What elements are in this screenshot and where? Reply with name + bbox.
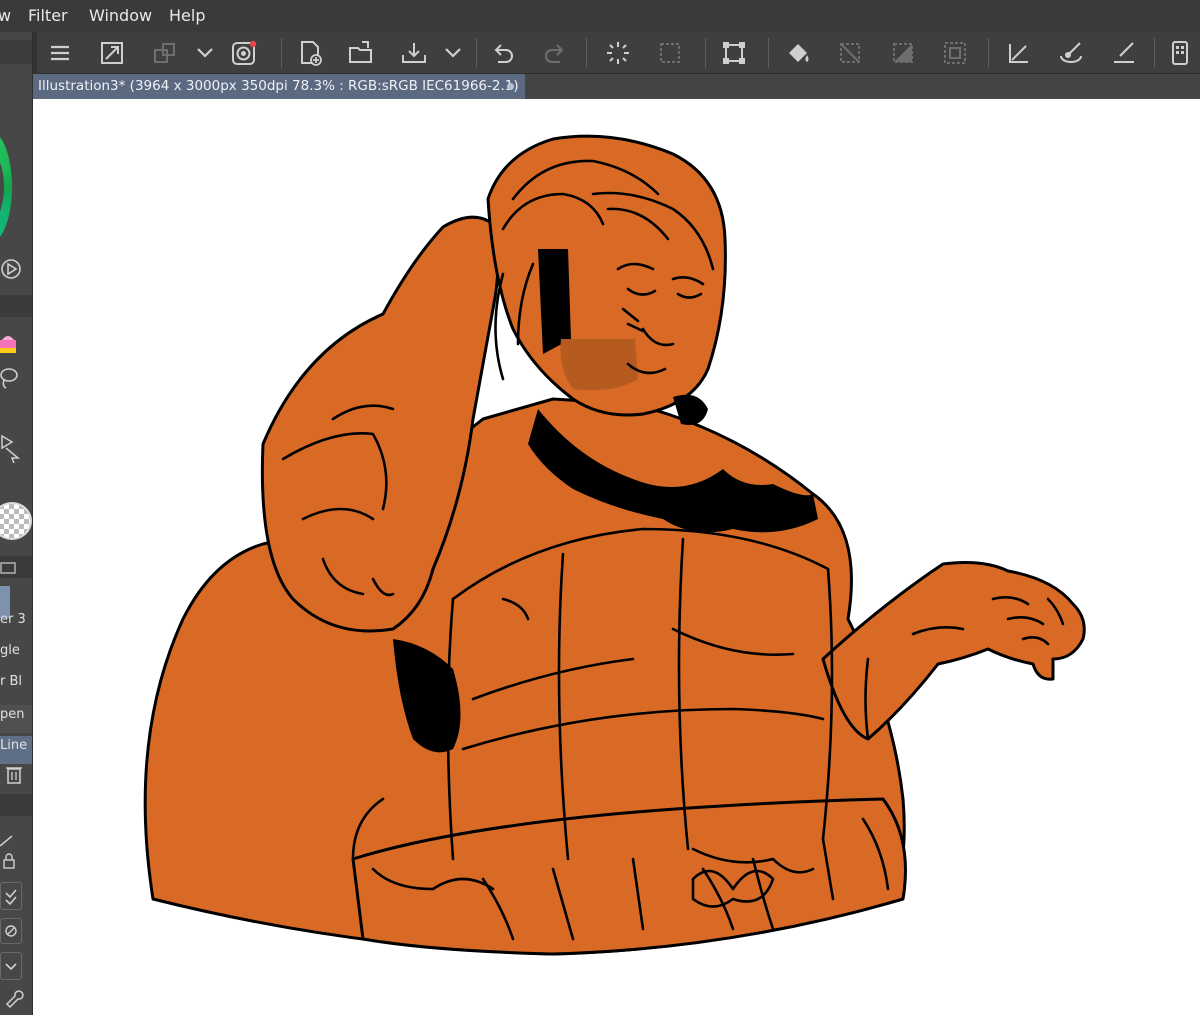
toolbar-separator xyxy=(281,38,282,68)
close-tab-dot-icon[interactable] xyxy=(507,83,514,90)
transparency-icon[interactable] xyxy=(0,502,32,540)
trash-icon[interactable] xyxy=(5,764,23,788)
panel-divider xyxy=(0,295,32,317)
chevron-down-icon[interactable] xyxy=(438,38,468,68)
toolbar-separator xyxy=(768,38,769,68)
ruler-icon[interactable] xyxy=(1004,38,1034,68)
play-icon[interactable] xyxy=(0,258,22,284)
resize-icon[interactable] xyxy=(97,38,127,68)
save-icon[interactable] xyxy=(399,38,429,68)
menu-filter[interactable]: Filter xyxy=(28,6,68,25)
layer-label[interactable]: er 3 xyxy=(0,612,26,627)
chevron-down-icon[interactable] xyxy=(0,952,22,980)
menu-window[interactable]: Window xyxy=(89,6,152,25)
toolbar-separator xyxy=(586,38,587,68)
layer-label-selected[interactable]: Line xyxy=(0,736,32,764)
left-panel: er 3 gle r Bl pen Line xyxy=(0,32,33,1015)
panel-divider xyxy=(0,794,32,816)
layer-label[interactable]: r Bl xyxy=(0,674,22,689)
selection-border-icon[interactable] xyxy=(940,38,970,68)
clear-selection-icon[interactable] xyxy=(835,38,865,68)
toolbar-grip[interactable] xyxy=(33,32,37,74)
record-icon[interactable] xyxy=(229,38,259,68)
panel-header xyxy=(0,40,32,64)
menu-bar: w Filter Window Help xyxy=(0,0,1200,32)
toolbar-separator xyxy=(476,38,477,68)
toolbar-separator xyxy=(705,38,706,68)
main-toolbar xyxy=(33,32,1200,74)
document-tab-title: Illustration3* (3964 x 3000px 350dpi 78.… xyxy=(38,78,519,94)
toolbar-separator xyxy=(1154,38,1155,68)
menu-view[interactable]: w xyxy=(0,6,11,25)
lasso-icon[interactable] xyxy=(0,366,20,394)
transform-icon[interactable] xyxy=(719,38,749,68)
open-folder-icon[interactable] xyxy=(346,38,376,68)
wrench-icon[interactable] xyxy=(2,987,24,1013)
chevron-down-icon[interactable] xyxy=(190,38,220,68)
invert-selection-icon[interactable] xyxy=(888,38,918,68)
new-file-icon[interactable] xyxy=(295,38,325,68)
document-tab-bar: Illustration3* (3964 x 3000px 350dpi 78.… xyxy=(33,74,1200,99)
tablet-icon[interactable] xyxy=(1165,38,1195,68)
redo-icon[interactable] xyxy=(540,38,570,68)
lock-icon[interactable] xyxy=(0,852,18,874)
layer-label[interactable]: pen xyxy=(0,705,32,733)
drawing-canvas[interactable] xyxy=(33,99,1200,1015)
document-tab[interactable]: Illustration3* (3964 x 3000px 350dpi 78.… xyxy=(33,74,525,99)
layer-label[interactable]: gle xyxy=(0,643,20,658)
menu-icon[interactable] xyxy=(45,38,75,68)
layer-panel-icon[interactable] xyxy=(0,560,18,579)
select-tool-icon[interactable] xyxy=(0,432,22,468)
transfer-icon[interactable] xyxy=(150,38,180,68)
artwork xyxy=(143,134,1086,956)
cake-icon[interactable] xyxy=(0,330,18,360)
fill-icon[interactable] xyxy=(783,38,813,68)
loading-icon[interactable] xyxy=(603,38,633,68)
brush-icon[interactable] xyxy=(1056,38,1086,68)
pen-icon[interactable] xyxy=(1109,38,1139,68)
toolbar-separator xyxy=(988,38,989,68)
deselect-icon[interactable] xyxy=(655,38,685,68)
menu-help[interactable]: Help xyxy=(169,6,205,25)
undo-icon[interactable] xyxy=(488,38,518,68)
no-entry-icon[interactable] xyxy=(0,918,22,944)
check-toggle-icon[interactable] xyxy=(0,882,22,910)
